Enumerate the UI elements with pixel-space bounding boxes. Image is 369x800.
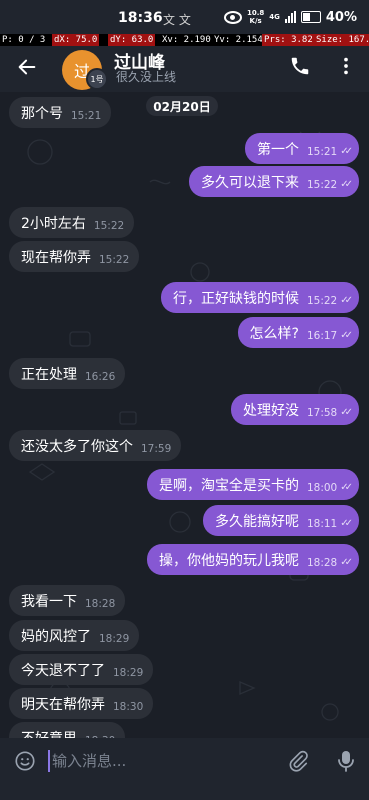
date-separator: 02月20日 [146,96,218,116]
debug-dx: dX: 75.0 [52,34,100,46]
status-bar: 18:36 文 文 10.8 K/s 4G 40% [0,0,369,34]
smile-icon[interactable] [14,750,36,772]
outgoing-message[interactable]: 第一个 15:21 ✓✓ [244,133,359,164]
message-text: 操，你他妈的玩儿我呢 [158,552,299,569]
status-extra-glyphs: 文 文 [163,13,191,27]
outgoing-message[interactable]: 多久能搞好呢 18:11 ✓✓ [202,505,359,536]
network-type: 4G [269,13,280,21]
message-text: 明天在帮你弄 [21,696,105,713]
message-time: 18:29 [113,666,144,679]
double-check-icon: ✓✓ [340,482,353,493]
message-time: 16:26 [85,370,116,383]
incoming-message[interactable]: 我看一下 18:28 [9,585,126,616]
debug-yv: Yv: 2.154 [214,35,263,45]
microphone-icon[interactable] [336,749,356,773]
double-check-icon: ✓✓ [340,179,353,190]
status-time: 18:36 [118,10,163,26]
debug-pressure: Prs: 3.82 [262,34,315,46]
incoming-message[interactable]: 2小时左右 15:22 [9,207,135,238]
outgoing-message[interactable]: 处理好没 17:58 ✓✓ [230,394,359,425]
message-time: 15:22 [99,253,130,266]
system-nav-bar [0,784,369,800]
double-check-icon: ✓✓ [340,557,353,568]
message-text: 是啊，淘宝全是买卡的 [158,477,299,494]
incoming-message[interactable]: 不好意思18:30 [9,722,126,739]
message-time: 18:30 [113,700,144,713]
message-composer [0,738,369,784]
more-vertical-icon[interactable] [335,55,357,77]
message-text: 现在帮你弄 [21,249,91,266]
debug-pointer-count: P: 0 / 3 [2,35,46,45]
message-text: 我看一下 [21,593,77,610]
avatar-badge: 1号 [86,68,108,90]
phone-icon[interactable] [289,55,311,77]
battery-level: 40% [325,9,357,25]
message-text: 妈的风控了 [21,628,91,645]
message-time: 18:28 [306,556,338,569]
outgoing-message[interactable]: 行，正好缺钱的时候 15:22 ✓✓ [160,282,359,313]
paperclip-icon[interactable] [287,750,309,772]
message-time: 18:29 [99,632,130,645]
text-cursor [48,750,50,772]
message-text: 多久可以退下来 [200,174,299,191]
message-text: 处理好没 [242,402,299,419]
status-indicators: 10.8 K/s 4G 40% [223,9,357,25]
double-check-icon: ✓✓ [340,518,353,529]
chat-header: 过 1号 过山峰 很久没上线 [0,46,369,92]
message-text: 多久能搞好呢 [214,513,299,530]
message-time: 15:22 [306,294,338,307]
chat-message-list[interactable]: 02月20日 那个号 15:21 第一个 15:21 ✓✓ 多久可以退下来 15:22 ✓✓ 2… [0,92,369,738]
message-text: 2小时左右 [21,215,86,232]
outgoing-message[interactable]: 多久可以退下来 15:22 ✓✓ [188,166,359,197]
message-text: 还没太多了你这个 [21,438,133,455]
double-check-icon: ✓✓ [340,330,353,341]
message-time: 18:00 [306,481,338,494]
avatar-badge-text: 1号 [90,74,104,84]
message-text: 不好意思 [21,728,77,739]
message-time: 17:59 [141,442,172,455]
net-speed-unit: K/s [249,17,262,25]
incoming-message[interactable]: 正在处理 16:26 [9,358,126,389]
incoming-message[interactable]: 那个号 15:21 [9,97,112,128]
message-time: 16:17 [306,329,338,342]
message-time: 15:22 [93,219,125,232]
message-text: 今天退不了了 [21,662,105,679]
message-text: 第一个 [256,141,299,158]
outgoing-message[interactable]: 怎么样? 16:17 ✓✓ [237,317,359,348]
incoming-message[interactable]: 妈的风控了 18:29 [9,620,140,651]
battery-icon [300,11,321,23]
message-time: 15:21 [306,145,338,158]
signal-icon [284,11,296,23]
double-check-icon: ✓✓ [340,295,353,306]
net-speed: 10.8 K/s [247,9,264,25]
double-check-icon: ✓✓ [340,146,353,157]
message-text: 怎么样? [249,325,299,342]
incoming-message[interactable]: 明天在帮你弄 18:30 [9,688,154,719]
double-check-icon: ✓✓ [340,407,353,418]
message-text: 正在处理 [21,366,77,383]
pointer-debug-bar: P: 0 / 3 dX: 75.0 dY: 63.0 Xv: 2.190 Yv:… [0,34,369,46]
incoming-message[interactable]: 今天退不了了 18:29 [9,654,154,685]
message-text: 那个号 [21,105,63,122]
debug-dy: dY: 63.0 [108,34,156,46]
message-time: 17:58 [306,406,338,419]
net-speed-value: 10.8 [246,9,265,17]
message-time: 18:11 [306,517,338,530]
incoming-message[interactable]: 还没太多了你这个 17:59 [9,430,182,461]
debug-xv: Xv: 2.190 [162,35,211,45]
message-time: 18:28 [85,597,116,610]
arrow-left-icon[interactable] [16,56,38,78]
outgoing-message[interactable]: 操，你他妈的玩儿我呢 18:28 ✓✓ [146,544,359,575]
eye-icon [223,10,242,24]
message-input[interactable] [52,749,272,773]
last-seen-status: 很久没上线 [116,70,177,84]
debug-size: Size: 167.0 [314,34,369,46]
incoming-message[interactable]: 现在帮你弄 15:22 [9,241,140,272]
message-time: 15:21 [71,109,102,122]
message-time: 15:22 [306,178,338,191]
message-text: 行，正好缺钱的时候 [172,290,299,307]
outgoing-message[interactable]: 是啊，淘宝全是买卡的 18:00 ✓✓ [146,469,359,500]
